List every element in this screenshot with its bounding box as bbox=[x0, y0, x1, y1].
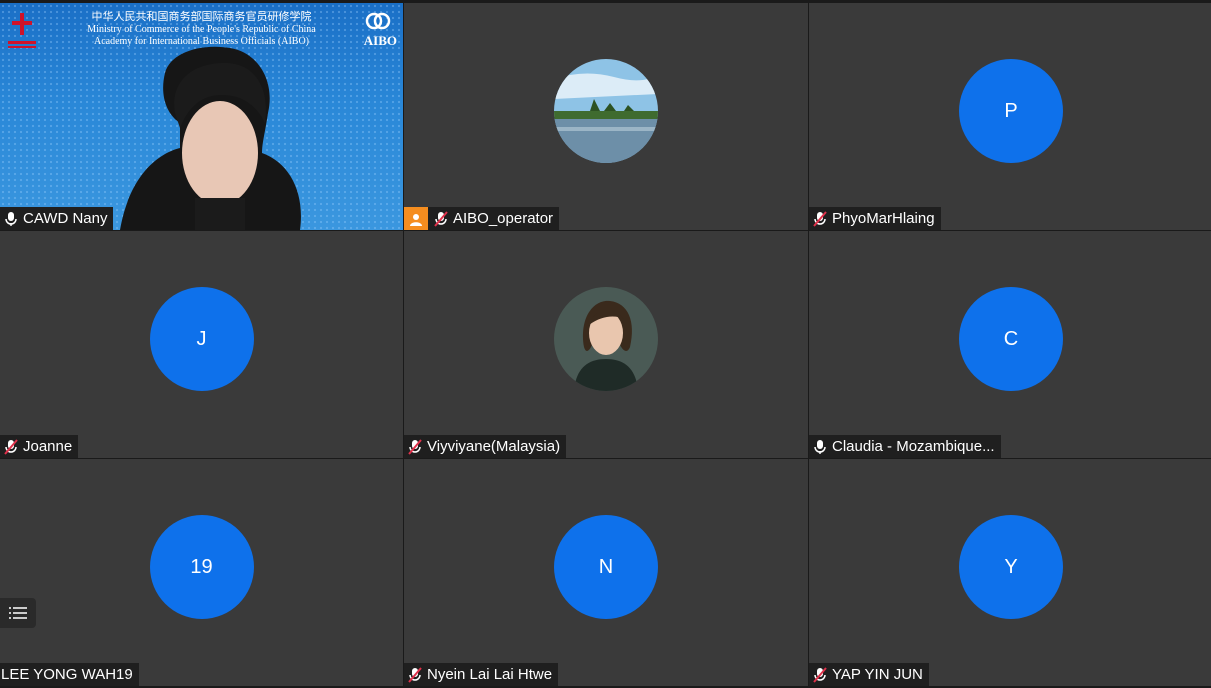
participant-tile[interactable]: Y YAP YIN JUN bbox=[809, 459, 1211, 686]
banner-title-en: Ministry of Commerce of the People's Rep… bbox=[87, 24, 316, 35]
aibo-logo-text: AIBO bbox=[363, 33, 397, 48]
mic-muted-icon bbox=[408, 438, 422, 455]
participant-name: AIBO_operator bbox=[453, 210, 554, 227]
initial-avatar: P bbox=[959, 59, 1063, 164]
ministry-emblem-icon bbox=[8, 13, 36, 48]
initial-avatar: C bbox=[959, 287, 1063, 392]
participant-nameplate: LEE YONG WAH19 bbox=[0, 663, 139, 686]
initial-avatar: J bbox=[149, 287, 254, 392]
participant-nameplate: Viyviyane(Malaysia) bbox=[404, 435, 567, 458]
initial-avatar: Y bbox=[959, 515, 1063, 620]
profile-photo bbox=[554, 59, 658, 164]
banner-subtitle-en: Academy for International Business Offic… bbox=[93, 36, 310, 47]
aibo-logo-icon bbox=[365, 12, 391, 30]
participant-menu-button[interactable] bbox=[0, 598, 36, 628]
participant-tile[interactable]: AIBO_operator bbox=[404, 3, 808, 230]
participant-nameplate: Claudia - Mozambique... bbox=[809, 435, 1001, 458]
list-menu-icon bbox=[9, 607, 27, 619]
mic-muted-icon bbox=[813, 210, 827, 227]
mic-muted-icon bbox=[434, 210, 448, 227]
participant-tile[interactable]: C Claudia - Mozambique... bbox=[809, 231, 1211, 458]
participant-tile[interactable]: 19 LEE YONG WAH19 bbox=[0, 459, 403, 686]
participant-name: CAWD Nany bbox=[23, 210, 108, 227]
participant-nameplate: YAP YIN JUN bbox=[809, 663, 929, 686]
participant-tile[interactable]: N Nyein Lai Lai Htwe bbox=[404, 459, 808, 686]
participant-name: Claudia - Mozambique... bbox=[832, 438, 995, 455]
participant-nameplate: CAWD Nany bbox=[0, 207, 114, 230]
participant-nameplate: Joanne bbox=[0, 435, 79, 458]
video-grid: 中华人民共和国商务部国际商务官员研修学院 Ministry of Commerc… bbox=[0, 3, 1211, 686]
participant-nameplate: PhyoMarHlaing bbox=[809, 207, 941, 230]
profile-photo bbox=[554, 287, 658, 392]
participant-name: LEE YONG WAH19 bbox=[1, 666, 133, 683]
participant-nameplate: Nyein Lai Lai Htwe bbox=[404, 663, 559, 686]
participant-nameplate: AIBO_operator bbox=[404, 207, 560, 230]
mic-muted-icon bbox=[408, 666, 422, 683]
mic-muted-icon bbox=[813, 666, 827, 683]
banner-title-cn: 中华人民共和国商务部国际商务官员研修学院 bbox=[91, 11, 312, 23]
participant-name: Nyein Lai Lai Htwe bbox=[427, 666, 553, 683]
participant-tile[interactable]: 中华人民共和国商务部国际商务官员研修学院 Ministry of Commerc… bbox=[0, 3, 403, 230]
participant-tile[interactable]: Viyviyane(Malaysia) bbox=[404, 231, 808, 458]
initial-avatar: 19 bbox=[149, 515, 254, 620]
participant-tile[interactable]: J Joanne bbox=[0, 231, 403, 458]
participant-name: YAP YIN JUN bbox=[832, 666, 923, 683]
participant-name: Viyviyane(Malaysia) bbox=[427, 438, 561, 455]
mic-muted-icon bbox=[4, 438, 18, 455]
participant-name: PhyoMarHlaing bbox=[832, 210, 935, 227]
participant-tile[interactable]: P PhyoMarHlaing bbox=[809, 3, 1211, 230]
mic-icon bbox=[814, 439, 826, 454]
participant-name: Joanne bbox=[23, 438, 73, 455]
initial-avatar: N bbox=[554, 515, 658, 620]
video-feed: 中华人民共和国商务部国际商务官员研修学院 Ministry of Commerc… bbox=[0, 3, 403, 230]
video-off-icon bbox=[404, 207, 428, 230]
mic-icon bbox=[5, 211, 17, 226]
